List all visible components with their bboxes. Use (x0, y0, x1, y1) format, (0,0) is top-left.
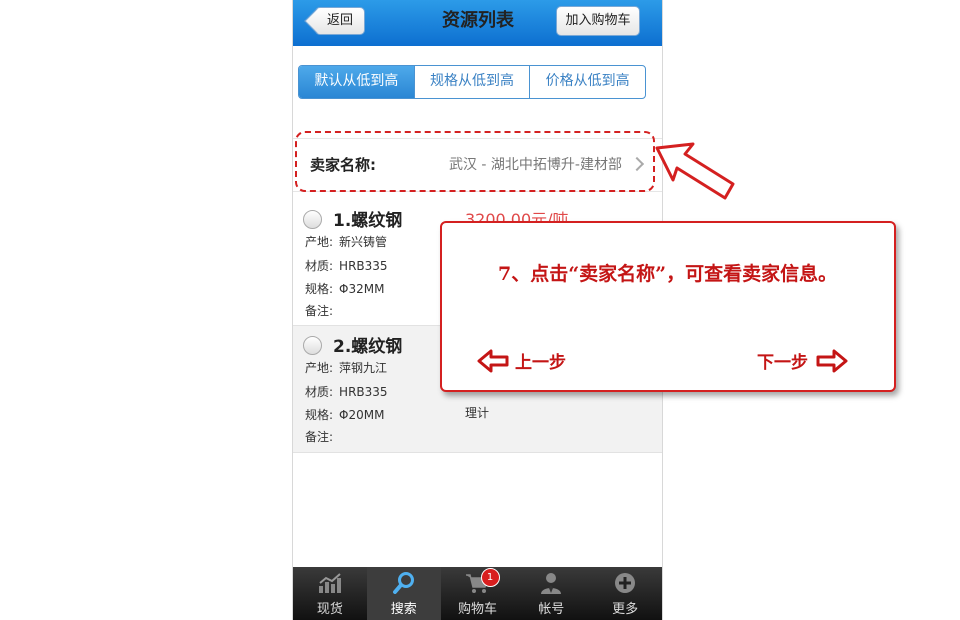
back-label: 返回 (326, 13, 353, 28)
item-note: 备注: (305, 428, 339, 445)
cart-badge: 1 (480, 568, 500, 587)
item-origin: 产地: 新兴铸管 (305, 233, 387, 250)
item-name: 2.螺纹钢 (333, 337, 403, 357)
tab-spot[interactable]: 现货 (293, 567, 367, 620)
sort-tab-spec[interactable]: 规格从低到高 (415, 66, 531, 98)
item-calc-method: 理计 (465, 406, 490, 420)
item-spec: 规格: Φ20MM (305, 406, 384, 423)
item-spec: 规格: Φ32MM (305, 280, 384, 297)
next-step-button[interactable]: 下一步 (757, 348, 848, 373)
item-material: 材质: HRB335 (305, 383, 388, 400)
sort-tab-price[interactable]: 价格从低到高 (530, 66, 645, 98)
page-title: 资源列表 (442, 10, 514, 31)
material-value: HRB335 (339, 385, 388, 399)
back-button[interactable]: 返回 (315, 7, 365, 35)
origin-value: 新兴铸管 (339, 235, 388, 249)
item-origin: 产地: 萍钢九江 (305, 359, 387, 376)
item-material: 材质: HRB335 (305, 257, 388, 274)
tab-label: 帐号 (538, 602, 565, 617)
spec-label: 规格: (305, 408, 334, 422)
sort-segmented-control: 默认从低到高 规格从低到高 价格从低到高 (298, 65, 646, 99)
material-value: HRB335 (339, 259, 388, 273)
tab-label: 购物车 (457, 602, 497, 617)
tab-label: 现货 (316, 602, 343, 617)
tab-account[interactable]: 帐号 (514, 567, 588, 620)
next-step-label: 下一步 (757, 353, 808, 373)
tab-cart[interactable]: 1 购物车 (441, 567, 515, 620)
tab-more[interactable]: 更多 (588, 567, 662, 620)
origin-label: 产地: (305, 361, 334, 375)
material-label: 材质: (305, 385, 334, 399)
arrow-left-icon (477, 349, 509, 372)
item-note: 备注: (305, 302, 339, 319)
item-name: 1.螺纹钢 (333, 211, 403, 231)
tooltip-text: 7、点击“卖家名称”，可查看卖家信息。 (498, 263, 838, 285)
sort-tab-default[interactable]: 默认从低到高 (299, 66, 415, 98)
spec-label: 规格: (305, 282, 334, 296)
tab-search[interactable]: 搜索 (366, 567, 441, 620)
prev-step-label: 上一步 (515, 353, 566, 373)
spec-value: Φ20MM (339, 408, 385, 422)
tab-bar: 现货 搜索 1 购物车 帐号 更多 (293, 567, 662, 620)
plus-icon (615, 573, 636, 593)
note-label: 备注: (305, 430, 334, 444)
note-label: 备注: (305, 304, 334, 318)
tab-label: 搜索 (390, 602, 417, 617)
chart-icon (318, 573, 341, 593)
guide-tooltip: 7、点击“卖家名称”，可查看卖家信息。 上一步 下一步 (440, 221, 896, 392)
material-label: 材质: (305, 259, 334, 273)
item-checkbox[interactable] (303, 336, 322, 355)
origin-value: 萍钢九江 (339, 361, 388, 375)
user-icon (541, 573, 562, 594)
spec-value: Φ32MM (339, 282, 385, 296)
item-checkbox[interactable] (303, 210, 322, 229)
search-icon (392, 572, 414, 594)
seller-highlight-box (295, 131, 655, 192)
origin-label: 产地: (305, 235, 334, 249)
prev-step-button[interactable]: 上一步 (477, 348, 566, 373)
arrow-right-icon (816, 349, 848, 372)
tab-label: 更多 (612, 602, 639, 617)
pointer-arrow-icon (655, 142, 735, 200)
nav-bar: 返回 资源列表 加入购物车 (293, 0, 662, 46)
add-to-cart-button[interactable]: 加入购物车 (556, 6, 640, 36)
